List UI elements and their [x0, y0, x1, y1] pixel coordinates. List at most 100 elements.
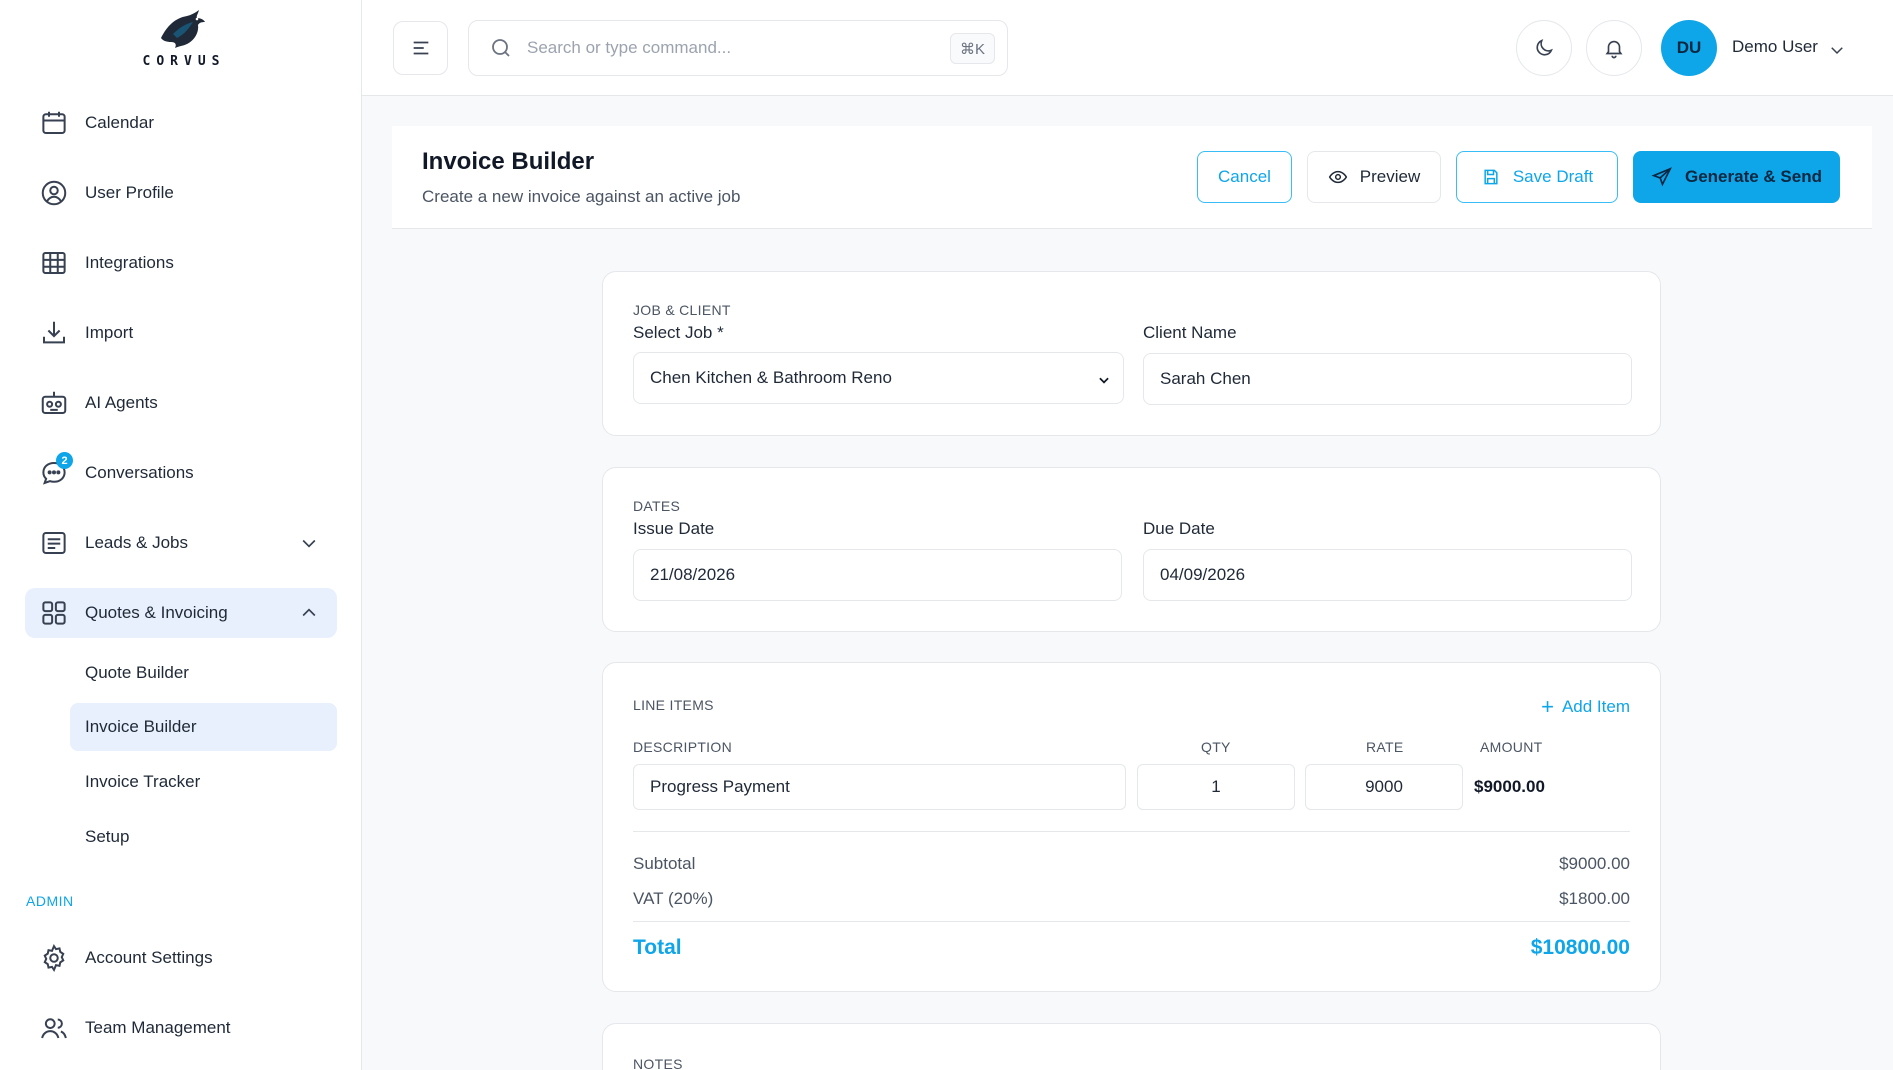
sidebar-subitem-invoice-tracker[interactable]: Invoice Tracker	[70, 758, 337, 806]
divider	[633, 831, 1630, 832]
rate-input[interactable]: 9000	[1305, 764, 1463, 810]
menu-toggle-button[interactable]	[393, 21, 448, 75]
gear-icon	[39, 943, 69, 973]
subtotal-label: Subtotal	[633, 854, 696, 873]
vat-label: VAT (20%)	[633, 889, 714, 908]
topbar: ⌘K DU Demo User	[362, 0, 1893, 96]
brand-logo[interactable]: CORVUS	[0, 8, 362, 69]
sidebar-item-conversations[interactable]: 2 Conversations	[25, 448, 337, 498]
sidebar-item-team-management[interactable]: Team Management	[25, 1003, 337, 1053]
search-box[interactable]: ⌘K	[468, 20, 1008, 76]
sidebar-item-leads-jobs[interactable]: Leads & Jobs	[25, 518, 337, 568]
chevron-up-icon[interactable]	[299, 603, 319, 623]
user-name[interactable]: Demo User	[1732, 37, 1818, 57]
grid-table-icon	[39, 248, 69, 278]
preview-button[interactable]: Preview	[1307, 151, 1441, 203]
sidebar-subitem-quote-builder[interactable]: Quote Builder	[70, 649, 337, 697]
chevron-down-icon[interactable]	[1828, 41, 1846, 59]
chevron-down-icon	[1097, 373, 1111, 387]
description-input[interactable]: Progress Payment	[633, 764, 1126, 810]
dates-card: DATES Issue Date 21/08/2026 Due Date 04/…	[602, 467, 1661, 632]
section-label: LINE ITEMS	[633, 697, 714, 713]
sidebar-item-label: Conversations	[85, 463, 194, 482]
notifications-button[interactable]	[1586, 20, 1642, 76]
sidebar-subitem-setup[interactable]: Setup	[70, 813, 337, 861]
total-label: Total	[633, 936, 682, 959]
divider	[633, 921, 1630, 922]
sidebar-item-account-settings[interactable]: Account Settings	[25, 933, 337, 983]
section-label: DATES	[633, 498, 681, 514]
client-name-value: Sarah Chen	[1160, 369, 1251, 388]
subtotal-value: $9000.00	[1559, 854, 1630, 873]
sidebar-item-ai-agents[interactable]: AI Agents	[25, 378, 337, 428]
chevron-down-icon[interactable]	[299, 533, 319, 553]
job-client-card: JOB & CLIENT Select Job * Chen Kitchen &…	[602, 271, 1661, 436]
section-label: NOTES	[633, 1056, 683, 1070]
section-label: JOB & CLIENT	[633, 302, 731, 318]
issue-date-label: Issue Date	[633, 519, 715, 538]
issue-date-field[interactable]: 21/08/2026	[633, 549, 1122, 601]
send-icon	[1651, 166, 1673, 188]
avatar[interactable]: DU	[1661, 20, 1717, 76]
add-item-button[interactable]: + Add Item	[1541, 696, 1630, 718]
sidebar-item-integrations[interactable]: Integrations	[25, 238, 337, 288]
due-date-label: Due Date	[1143, 519, 1215, 538]
brand-name: CORVUS	[142, 54, 226, 69]
client-name-field[interactable]: Sarah Chen	[1143, 353, 1632, 405]
raven-icon	[161, 10, 205, 48]
cancel-button-label: Cancel	[1218, 167, 1271, 186]
issue-date-value: 21/08/2026	[650, 565, 736, 584]
search-input[interactable]	[527, 38, 927, 58]
sidebar-subitem-invoice-builder[interactable]: Invoice Builder	[70, 703, 337, 751]
user-circle-icon	[39, 178, 69, 208]
search-icon	[489, 36, 513, 60]
users-icon	[39, 1013, 69, 1043]
sidebar-item-label: Calendar	[85, 113, 154, 132]
page-title: Invoice Builder	[422, 148, 595, 175]
vat-value: $1800.00	[1559, 889, 1630, 908]
qty-input[interactable]: 1	[1137, 764, 1295, 810]
moon-icon	[1536, 39, 1553, 56]
sidebar-item-quotes-invoicing[interactable]: Quotes & Invoicing	[25, 588, 337, 638]
due-date-value: 04/09/2026	[1160, 565, 1246, 584]
menu-icon	[413, 41, 428, 55]
sidebar-item-user-profile[interactable]: User Profile	[25, 168, 337, 218]
column-header-rate: RATE	[1366, 739, 1404, 755]
line-items-card: LINE ITEMS + Add Item DESCRIPTION QTY RA…	[602, 662, 1661, 992]
admin-section-label: ADMIN	[26, 893, 74, 909]
page-subtitle: Create a new invoice against an active j…	[422, 187, 741, 206]
qty-value: 1	[1211, 777, 1221, 796]
job-select-value: Chen Kitchen & Bathroom Reno	[650, 368, 892, 387]
add-item-label: Add Item	[1561, 697, 1630, 716]
preview-button-label: Preview	[1359, 167, 1421, 186]
sidebar-item-calendar[interactable]: Calendar	[25, 98, 337, 148]
column-header-qty: QTY	[1201, 739, 1231, 755]
chat-bubble-icon: 2	[39, 452, 73, 488]
cancel-button[interactable]: Cancel	[1197, 151, 1292, 203]
client-name-label: Client Name	[1143, 323, 1237, 342]
sidebar-item-label: Quotes & Invoicing	[85, 603, 228, 622]
save-draft-button-label: Save Draft	[1512, 167, 1594, 186]
sidebar-item-import[interactable]: Import	[25, 308, 337, 358]
due-date-field[interactable]: 04/09/2026	[1143, 549, 1632, 601]
amount-value: $9000.00	[1474, 777, 1545, 796]
sidebar: CORVUS Calendar User Profile Integration…	[0, 0, 362, 1070]
download-icon	[39, 318, 69, 348]
sidebar-item-label: User Profile	[85, 183, 174, 202]
column-header-description: DESCRIPTION	[633, 739, 732, 755]
bell-icon	[1605, 40, 1623, 59]
list-icon	[39, 528, 69, 558]
sidebar-item-label: Team Management	[85, 1018, 231, 1037]
generate-send-button[interactable]: Generate & Send	[1633, 151, 1840, 203]
calendar-icon	[39, 108, 69, 138]
shortcut-hint: ⌘K	[949, 33, 995, 64]
select-job-label: Select Job *	[633, 323, 724, 342]
page-header: Invoice Builder Create a new invoice aga…	[392, 126, 1872, 229]
total-value: $10800.00	[1530, 936, 1630, 959]
save-draft-button[interactable]: Save Draft	[1456, 151, 1618, 203]
theme-toggle-button[interactable]	[1516, 20, 1572, 76]
job-select[interactable]: Chen Kitchen & Bathroom Reno	[633, 352, 1124, 404]
unread-badge: 2	[56, 452, 73, 469]
sidebar-item-label: AI Agents	[85, 393, 158, 412]
apps-grid-icon	[39, 598, 69, 628]
